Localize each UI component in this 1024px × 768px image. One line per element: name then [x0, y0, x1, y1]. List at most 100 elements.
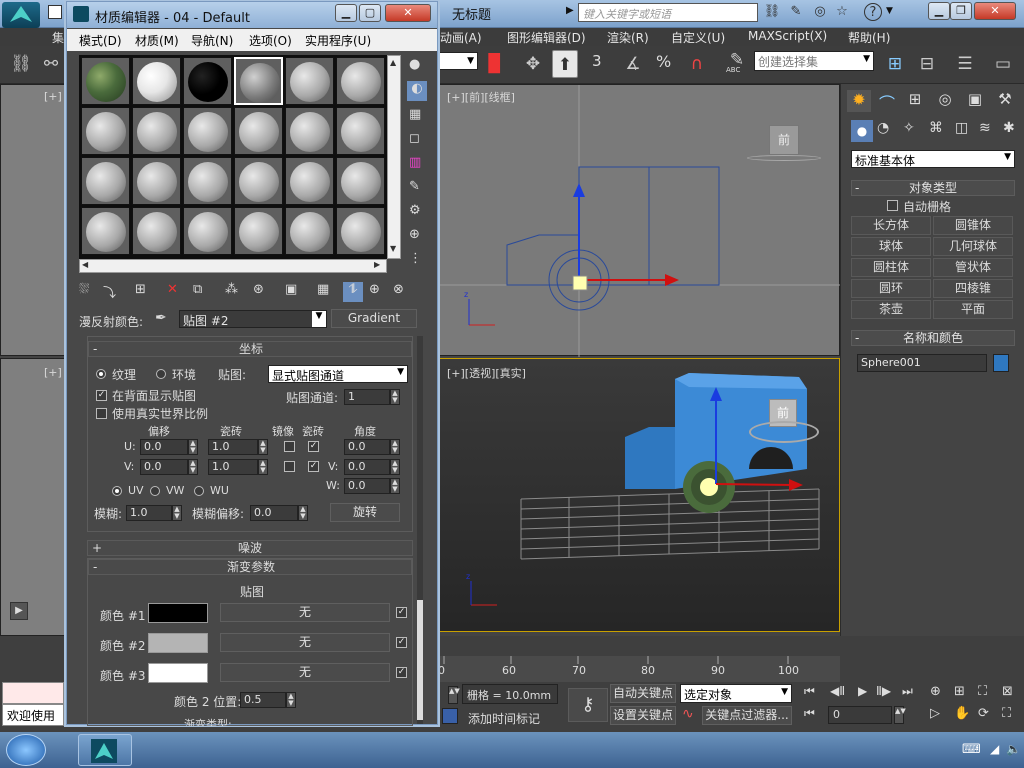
material-editor-title-bar[interactable]: 材质编辑器 - 04 - Default ▁ ▢ ✕ — [67, 2, 437, 28]
sample-slot[interactable] — [183, 157, 232, 205]
mapping-dropdown[interactable]: 显式贴图通道 ▼ — [268, 365, 408, 383]
systems-icon[interactable]: ✱ — [1003, 120, 1015, 136]
color3-swatch[interactable] — [148, 663, 208, 683]
color1-swatch[interactable] — [148, 603, 208, 623]
sample-slot[interactable] — [183, 57, 232, 105]
sample-slot[interactable] — [234, 107, 283, 155]
menu-rendering[interactable]: 渲染(R) — [607, 29, 649, 46]
lights-icon[interactable]: ✧ — [903, 120, 915, 136]
select-by-material-icon[interactable]: ⊕ — [409, 227, 420, 242]
map-channel-input[interactable]: 1 — [344, 389, 390, 405]
v-tiling-input[interactable]: 1.0 — [208, 459, 258, 475]
vw-radio[interactable] — [150, 486, 160, 496]
v-offset-input[interactable]: 0.0 — [140, 459, 188, 475]
get-material-icon[interactable]: ⛆ — [79, 282, 89, 297]
left-menu-partial[interactable]: 集 — [0, 28, 66, 46]
display-tab-icon[interactable]: ▣ — [963, 90, 987, 112]
object-color-swatch[interactable] — [993, 354, 1009, 372]
u-angle-input[interactable]: 0.0 — [344, 439, 390, 455]
put-to-scene-icon[interactable]: ⤵ — [103, 282, 116, 301]
sample-slot[interactable] — [183, 207, 232, 255]
current-frame-input[interactable]: 0 — [828, 706, 892, 724]
background-icon[interactable]: ▦ — [409, 107, 421, 122]
copy-material-icon[interactable]: ⧉ — [193, 282, 202, 297]
sample-slot[interactable] — [285, 57, 334, 105]
mirror-icon[interactable]: ⊞ — [882, 50, 908, 78]
sample-slot[interactable] — [81, 207, 130, 255]
material-effects-channel-icon[interactable]: ▣ — [285, 282, 297, 297]
motion-tab-icon[interactable]: ◎ — [933, 90, 957, 112]
viewport-label-top-left[interactable]: [+] — [44, 90, 62, 103]
v-tiling-spinner[interactable]: ▲ ▼ — [258, 459, 268, 475]
v-angle-input[interactable]: 0.0 — [344, 459, 390, 475]
sample-slot[interactable] — [81, 57, 130, 105]
utilities-tab-icon[interactable]: ⚒ — [993, 90, 1017, 112]
torus-button[interactable]: 圆环 — [851, 279, 931, 298]
grid-spinner-icon[interactable]: ▲▼ — [448, 686, 460, 704]
taskbar-3dsmax-button[interactable] — [78, 734, 132, 766]
color1-map-button[interactable]: 无 — [220, 603, 390, 622]
maximize-viewport-icon[interactable]: ⛶ — [1002, 706, 1011, 721]
zoom-extents-icon[interactable]: ⛶ — [978, 684, 987, 699]
slots-horizontal-scrollbar[interactable]: ◀ ▶ — [79, 259, 387, 273]
cylinder-button[interactable]: 圆柱体 — [851, 258, 931, 277]
pan-icon[interactable]: ✋ — [954, 706, 970, 721]
cameras-icon[interactable]: ⌘ — [929, 120, 943, 136]
me-minimize-button[interactable]: ▁ — [335, 4, 357, 22]
environment-radio[interactable] — [156, 369, 166, 379]
pencil-icon[interactable]: ✎ — [724, 46, 750, 74]
layer-manager-icon[interactable]: ☰ — [952, 50, 978, 78]
previous-frame-icon[interactable]: ◀Ⅱ — [830, 684, 845, 698]
blur-offset-input[interactable]: 0.0 — [250, 505, 298, 521]
modify-tab-icon[interactable]: ⌒ — [875, 90, 899, 113]
eyedropper-icon[interactable]: ✒ — [155, 310, 167, 326]
u-tiling-input[interactable]: 1.0 — [208, 439, 258, 455]
sample-slot[interactable] — [132, 57, 181, 105]
v-tile-checkbox[interactable]: ✓ — [308, 461, 319, 472]
v-mirror-checkbox[interactable] — [284, 461, 295, 472]
spinner-snap-icon[interactable]: ∩ — [684, 50, 710, 78]
object-type-header[interactable]: - 对象类型 — [851, 180, 1015, 196]
percent-snap-icon[interactable]: % — [656, 52, 671, 71]
color2-position-input[interactable]: 0.5 — [240, 692, 286, 708]
create-tab-icon[interactable]: ✹ — [847, 90, 871, 112]
auto-key-button[interactable]: 自动关键点 — [610, 684, 676, 703]
geosphere-button[interactable]: 几何球体 — [933, 237, 1013, 256]
helpers-icon[interactable]: ◫ — [955, 120, 968, 136]
name-color-header[interactable]: - 名称和颜色 — [851, 330, 1015, 346]
u-tiling-spinner[interactable]: ▲ ▼ — [258, 439, 268, 455]
me-menu-options[interactable]: 选项(O) — [249, 32, 292, 49]
me-menu-navigation[interactable]: 导航(N) — [191, 32, 233, 49]
restore-button[interactable]: ❐ — [950, 2, 972, 20]
viewcube-front[interactable]: 前 — [769, 125, 799, 155]
me-menu-utilities[interactable]: 实用程序(U) — [305, 32, 371, 49]
backlight-icon[interactable]: ◐ — [407, 81, 427, 101]
sample-slot[interactable] — [285, 207, 334, 255]
sample-slot[interactable] — [183, 107, 232, 155]
sample-slot[interactable] — [336, 107, 385, 155]
put-to-library-icon[interactable]: ⊛ — [253, 282, 264, 297]
sample-uv-tiling-icon[interactable]: ◻ — [409, 131, 420, 146]
tube-button[interactable]: 管状体 — [933, 258, 1013, 277]
cone-button[interactable]: 圆锥体 — [933, 216, 1013, 235]
viewport-perspective-label[interactable]: [+][透视][真实] — [447, 365, 526, 381]
coordinates-header[interactable]: - 坐标 — [88, 341, 412, 357]
key-mode-dropdown[interactable]: 选定对象 ▼ — [680, 684, 792, 703]
wu-radio[interactable] — [194, 486, 204, 496]
sample-slot[interactable] — [336, 157, 385, 205]
play-button-icon[interactable]: ▶ — [858, 684, 867, 698]
zoom-all-icon[interactable]: ⊞ — [954, 684, 965, 699]
sample-slot[interactable] — [132, 107, 181, 155]
gradient-params-header[interactable]: - 渐变参数 — [88, 559, 412, 575]
me-close-button[interactable]: ✕ — [385, 4, 431, 22]
map-channel-spinner[interactable]: ▲ ▼ — [390, 389, 400, 405]
hierarchy-tab-icon[interactable]: ⊞ — [903, 90, 927, 112]
me-menu-material[interactable]: 材质(M) — [135, 32, 179, 49]
sample-slot[interactable] — [81, 157, 130, 205]
make-preview-icon[interactable]: ✎ — [409, 179, 420, 194]
teapot-button[interactable]: 茶壶 — [851, 300, 931, 319]
u-angle-spinner[interactable]: ▲ ▼ — [390, 439, 400, 455]
scroll-down-icon[interactable]: ▼ — [390, 244, 396, 253]
help-icon[interactable]: ? — [864, 3, 882, 21]
orbit-icon[interactable]: ⟳ — [978, 706, 989, 721]
